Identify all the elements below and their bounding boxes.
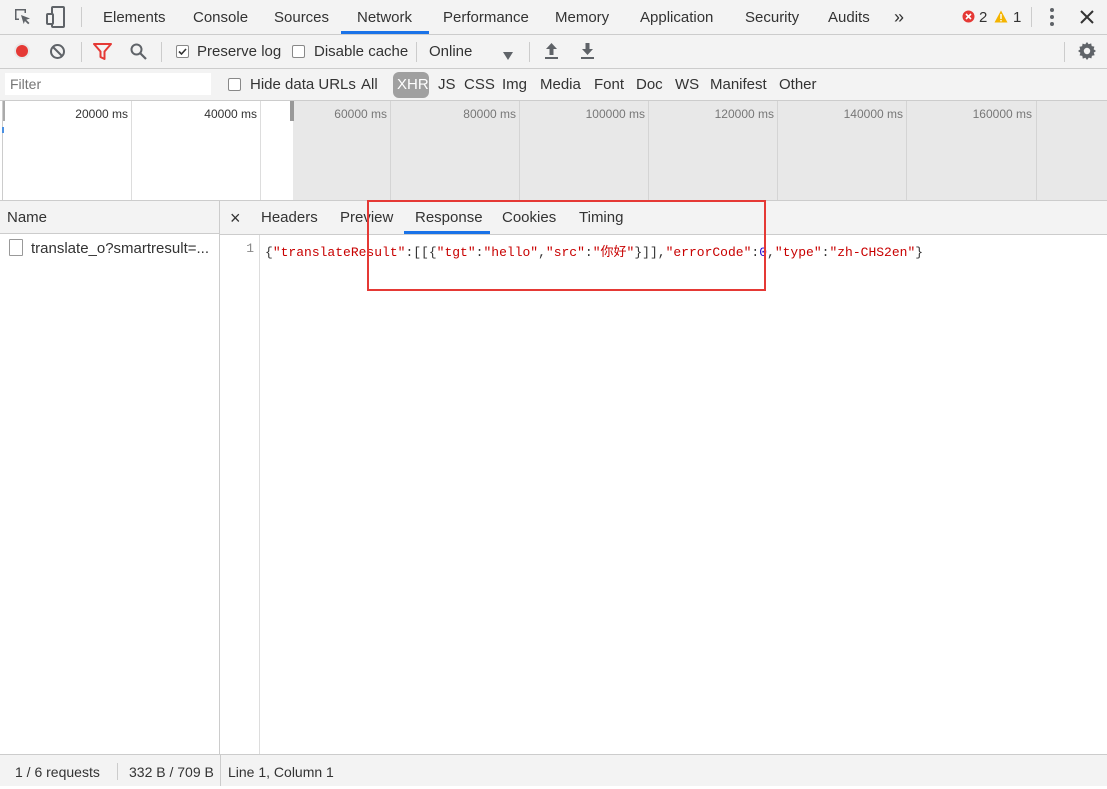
filter-type-img[interactable]: Img bbox=[502, 69, 527, 100]
line-number: 1 bbox=[246, 241, 254, 256]
code-token: } bbox=[915, 245, 924, 260]
clear-icon[interactable] bbox=[49, 43, 66, 60]
inspect-element-icon[interactable] bbox=[13, 7, 33, 27]
filter-type-font[interactable]: Font bbox=[594, 69, 624, 100]
code-token: { bbox=[265, 245, 273, 260]
tab-application[interactable]: Application bbox=[640, 0, 713, 34]
close-detail-button[interactable]: × bbox=[230, 201, 241, 234]
devtools-tab-bar: Elements Console Sources Network Perform… bbox=[0, 0, 1107, 35]
overview-tick-label: 120000 ms bbox=[714, 107, 774, 121]
network-settings-gear-icon[interactable] bbox=[1077, 41, 1097, 61]
hide-data-urls-checkbox[interactable] bbox=[228, 78, 241, 91]
overview-tick-label: 100000 ms bbox=[585, 107, 645, 121]
network-toolbar: Preserve log Disable cache Online bbox=[0, 35, 1107, 69]
filter-type-doc[interactable]: Doc bbox=[636, 69, 663, 100]
overview-left-border bbox=[2, 101, 3, 200]
preserve-log-label[interactable]: Preserve log bbox=[197, 43, 281, 60]
preserve-log-checkbox[interactable] bbox=[176, 45, 189, 58]
tab-security[interactable]: Security bbox=[745, 0, 799, 34]
response-viewer[interactable]: 1 {"translateResult":[[{"tgt":"hello","s… bbox=[220, 235, 1107, 754]
export-har-icon[interactable] bbox=[580, 42, 595, 60]
status-bar: 1 / 6 requests 332 B / 709 B Line 1, Col… bbox=[0, 754, 1107, 786]
highlight-annotation-box bbox=[367, 200, 766, 291]
tab-network[interactable]: Network bbox=[357, 0, 412, 34]
overview-tick-label: 140000 ms bbox=[843, 107, 903, 121]
document-icon bbox=[9, 239, 23, 256]
overview-tick-label: 80000 ms bbox=[463, 107, 516, 121]
code-token: , bbox=[767, 245, 775, 260]
filter-type-xhr[interactable]: XHR bbox=[397, 69, 429, 100]
tab-elements[interactable]: Elements bbox=[103, 0, 166, 34]
overview-tick-label: 160000 ms bbox=[972, 107, 1032, 121]
tab-memory[interactable]: Memory bbox=[555, 0, 609, 34]
close-devtools-icon[interactable] bbox=[1080, 10, 1094, 24]
filter-icon[interactable] bbox=[93, 43, 112, 60]
error-icon[interactable] bbox=[962, 10, 975, 23]
tab-sources[interactable]: Sources bbox=[274, 0, 329, 34]
tab-headers[interactable]: Headers bbox=[261, 201, 318, 234]
tab-console[interactable]: Console bbox=[193, 0, 248, 34]
warning-count: 1 bbox=[1013, 9, 1022, 26]
active-tab-indicator bbox=[341, 31, 429, 34]
more-tabs-button[interactable]: » bbox=[894, 0, 904, 34]
name-column-header[interactable]: Name bbox=[7, 201, 47, 235]
cursor-position: Line 1, Column 1 bbox=[228, 764, 334, 780]
hide-data-urls-label[interactable]: Hide data URLs bbox=[250, 69, 356, 100]
search-icon[interactable] bbox=[130, 43, 147, 60]
request-list-header[interactable]: Name bbox=[0, 201, 219, 234]
filter-type-manifest[interactable]: Manifest bbox=[710, 69, 767, 100]
filter-input[interactable] bbox=[5, 73, 211, 95]
filter-type-media[interactable]: Media bbox=[540, 69, 581, 100]
customize-menu-icon[interactable] bbox=[1047, 7, 1057, 27]
overview-tick-label: 60000 ms bbox=[334, 107, 387, 121]
tab-audits[interactable]: Audits bbox=[828, 0, 870, 34]
overview-request-mark bbox=[2, 127, 4, 133]
overview-tick-label: 40000 ms bbox=[204, 107, 257, 121]
filter-type-css[interactable]: CSS bbox=[464, 69, 495, 100]
warning-icon[interactable] bbox=[994, 10, 1008, 23]
request-name[interactable]: translate_o?smartresult=... bbox=[31, 234, 209, 263]
filter-type-all[interactable]: All bbox=[361, 69, 378, 100]
disable-cache-label[interactable]: Disable cache bbox=[314, 43, 408, 60]
overview-tick-label: 20000 ms bbox=[75, 107, 128, 121]
code-token: "zh-CHS2en" bbox=[829, 245, 916, 260]
disable-cache-checkbox[interactable] bbox=[292, 45, 305, 58]
device-toolbar-icon[interactable] bbox=[46, 6, 66, 28]
filter-type-other[interactable]: Other bbox=[779, 69, 817, 100]
chevron-down-icon[interactable] bbox=[503, 47, 513, 60]
request-list: Name translate_o?smartresult=... bbox=[0, 201, 220, 754]
transfer-size: 332 B / 709 B bbox=[129, 764, 214, 780]
line-number-gutter: 1 bbox=[220, 235, 260, 754]
throttling-select[interactable]: Online bbox=[429, 43, 472, 60]
network-overview[interactable]: 20000 ms 40000 ms 60000 ms 80000 ms 1000… bbox=[0, 101, 1107, 201]
request-row[interactable]: translate_o?smartresult=... bbox=[0, 234, 219, 262]
tab-performance[interactable]: Performance bbox=[443, 0, 529, 34]
filter-type-ws[interactable]: WS bbox=[675, 69, 699, 100]
request-count: 1 / 6 requests bbox=[15, 764, 100, 780]
filter-type-js[interactable]: JS bbox=[438, 69, 456, 100]
record-icon[interactable] bbox=[13, 42, 31, 60]
import-har-icon[interactable] bbox=[544, 42, 559, 60]
filter-bar: Hide data URLs All XHR JS CSS Img Media … bbox=[0, 69, 1107, 101]
code-token: "type" bbox=[774, 245, 822, 260]
error-count: 2 bbox=[979, 9, 988, 26]
